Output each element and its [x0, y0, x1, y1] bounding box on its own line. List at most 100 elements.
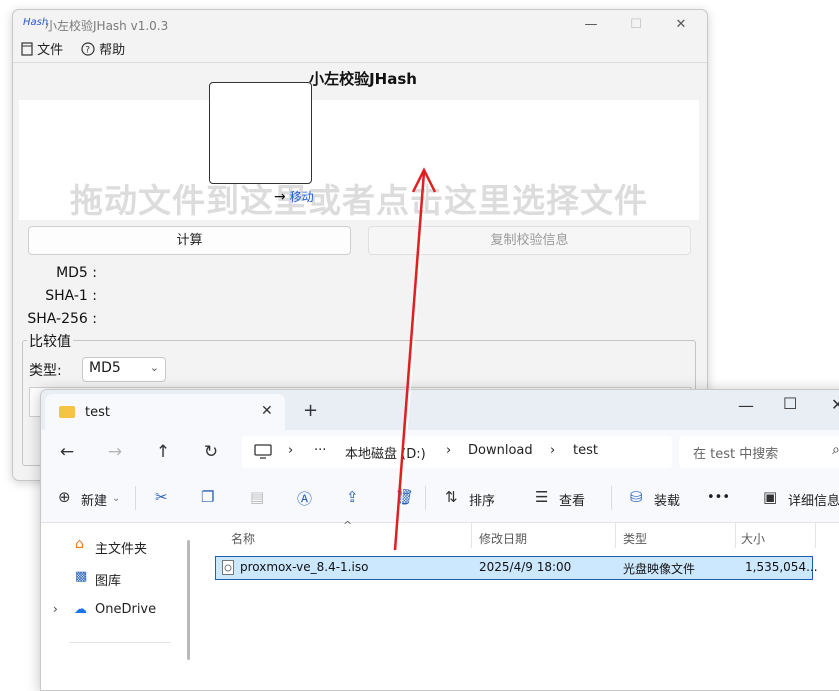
share-icon[interactable]: ⇪	[346, 488, 359, 506]
folder-icon	[59, 406, 75, 418]
new-tab-button[interactable]: +	[303, 400, 318, 421]
sha1-label: SHA-1 :	[45, 288, 97, 304]
search-icon: ⌕	[832, 442, 839, 458]
more-options-button[interactable]: •••	[707, 490, 730, 505]
title-bar[interactable]: Hash 小左校验JHash v1.0.3 — ☐ ✕	[13, 10, 707, 40]
file-name: proxmox-ve_8.4-1.iso	[240, 560, 369, 574]
chevron-right-icon: ›	[288, 443, 294, 458]
type-label: 类型:	[29, 363, 62, 379]
details-button[interactable]: 详细信息	[788, 490, 839, 509]
menu-help[interactable]: ? 帮助	[81, 42, 125, 60]
mount-icon: ⛁	[630, 488, 643, 506]
column-divider	[735, 522, 736, 548]
home-icon: ⌂	[75, 536, 84, 552]
rename-icon[interactable]: Ⓐ	[297, 488, 312, 509]
sidebar-item-gallery[interactable]: 图库	[95, 570, 121, 589]
file-modified: 2025/4/9 18:00	[479, 560, 572, 574]
cut-icon[interactable]: ✂	[155, 488, 168, 506]
refresh-icon[interactable]: ↻	[199, 440, 223, 464]
more-path-icon[interactable]: ···	[314, 443, 326, 458]
search-box[interactable]: 在 test 中搜索 ⌕	[679, 436, 839, 468]
delete-icon[interactable]: 🗑	[395, 488, 414, 506]
navigation-pane: ⌂ 主文件夹 ▩ 图库 › ☁ OneDrive	[41, 522, 191, 690]
sidebar-item-onedrive[interactable]: OneDrive	[95, 602, 156, 617]
breadcrumb-test[interactable]: test	[573, 443, 598, 458]
command-bar: ⊕ 新建 ⌄ ✂ ❐ ▤ Ⓐ ⇪ 🗑 ⇅ 排序 ☰ 查看 ⛁ 装载 ••• ▣ …	[41, 474, 839, 523]
back-icon[interactable]: ←	[55, 440, 79, 464]
breadcrumb-download[interactable]: Download	[468, 443, 533, 458]
paste-icon[interactable]: ▤	[250, 488, 264, 506]
details-pane-icon: ▣	[763, 488, 778, 506]
close-button[interactable]: ✕	[831, 395, 839, 414]
copy-icon[interactable]: ❐	[201, 488, 214, 506]
file-size: 1,535,054...	[745, 560, 818, 574]
menu-file-label: 文件	[37, 43, 64, 58]
chevron-right-icon: ›	[446, 443, 452, 458]
sidebar-divider	[69, 642, 171, 643]
tab-title: test	[85, 405, 110, 420]
toolbar-divider	[135, 486, 136, 510]
copy-checksum-button[interactable]: 复制校验信息	[368, 226, 691, 255]
window-title: 小左校验JHash v1.0.3	[45, 19, 169, 33]
menu-help-label: 帮助	[99, 43, 126, 58]
sort-icon: ⇅	[445, 488, 458, 506]
sort-button[interactable]: 排序	[469, 490, 495, 509]
search-placeholder: 在 test 中搜索	[693, 447, 779, 462]
menu-file[interactable]: 文件	[21, 42, 63, 60]
toolbar-divider	[611, 486, 612, 510]
sidebar-item-home[interactable]: 主文件夹	[95, 538, 147, 557]
up-icon[interactable]: ↑	[151, 440, 175, 464]
sort-indicator-icon: ^	[343, 519, 353, 532]
maximize-button[interactable]: ☐	[614, 14, 658, 36]
sha256-label: SHA-256 :	[27, 311, 97, 327]
file-row[interactable]: proxmox-ve_8.4-1.iso 2025/4/9 18:00 光盘映像…	[215, 556, 818, 580]
tab-close-icon[interactable]: ✕	[261, 403, 273, 419]
compute-button[interactable]: 计算	[28, 226, 351, 255]
column-divider	[815, 522, 816, 548]
column-divider	[615, 522, 616, 548]
md5-label: MD5 :	[56, 265, 97, 281]
column-divider	[471, 522, 472, 548]
explorer-window: test ✕ + — ☐ ✕ ← → ↑ ↻ › ··· 本地磁盘 (D:) ›…	[40, 389, 839, 691]
onedrive-icon: ☁	[74, 602, 87, 617]
compare-group-title: 比较值	[27, 331, 73, 351]
hash-type-value: MD5	[89, 360, 121, 376]
hash-type-select[interactable]: MD5 ⌄	[82, 357, 166, 382]
computer-icon	[254, 444, 272, 459]
column-header-modified[interactable]: 修改日期	[479, 530, 527, 547]
file-drop-zone[interactable]: 拖动文件到这里或者点击这里选择文件	[19, 100, 699, 220]
mount-button[interactable]: 装载	[654, 490, 680, 509]
navigation-bar: ← → ↑ ↻ › ··· 本地磁盘 (D:) › Download › tes…	[41, 430, 839, 474]
column-header-type[interactable]: 类型	[623, 530, 647, 547]
forward-icon[interactable]: →	[103, 440, 127, 464]
address-bar[interactable]: › ··· 本地磁盘 (D:) › Download › test	[242, 436, 672, 468]
svg-text:?: ?	[85, 46, 90, 56]
column-header-size[interactable]: 大小	[741, 530, 765, 547]
close-button[interactable]: ✕	[659, 14, 703, 36]
chevron-down-icon: ⌄	[149, 361, 159, 374]
disc-image-file-icon	[222, 560, 234, 575]
minimize-button[interactable]: —	[738, 396, 754, 415]
chevron-right-icon: ›	[550, 443, 556, 458]
minimize-button[interactable]: —	[569, 14, 613, 36]
view-button[interactable]: 查看	[559, 490, 585, 509]
new-button[interactable]: 新建	[81, 490, 107, 509]
chevron-down-icon: ⌄	[112, 493, 121, 504]
move-arrow-icon: →	[274, 189, 286, 205]
gallery-icon: ▩	[75, 569, 88, 584]
file-type: 光盘映像文件	[623, 562, 696, 576]
drag-move-hint: → 移动	[274, 188, 314, 205]
toolbar-divider	[425, 486, 426, 510]
drag-preview	[209, 82, 312, 184]
column-header-name[interactable]: 名称	[231, 530, 255, 547]
help-icon: ?	[81, 42, 95, 56]
tab-test[interactable]: test ✕	[45, 394, 285, 430]
move-label: 移动	[289, 190, 314, 204]
new-icon: ⊕	[58, 488, 71, 506]
chevron-right-icon[interactable]: ›	[53, 602, 58, 616]
view-icon: ☰	[535, 488, 549, 506]
maximize-button[interactable]: ☐	[783, 394, 797, 413]
breadcrumb-drive[interactable]: 本地磁盘 (D:)	[345, 443, 426, 462]
menu-bar: 文件 ? 帮助	[13, 40, 707, 63]
sidebar-scrollbar[interactable]	[187, 540, 190, 660]
